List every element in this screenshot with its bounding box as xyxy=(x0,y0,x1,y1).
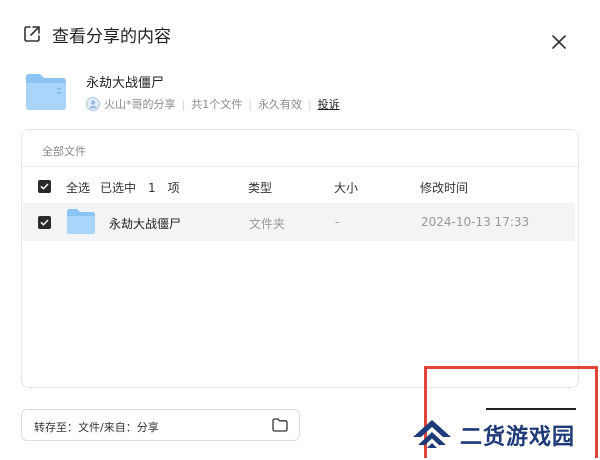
breadcrumb[interactable]: 全部文件 xyxy=(42,143,86,159)
column-type: 类型 xyxy=(248,181,273,195)
file-name: 永劫大战僵尸 xyxy=(109,217,182,231)
dialog-title: 查看分享的内容 xyxy=(52,26,171,47)
file-count: 共1个文件 xyxy=(191,98,243,111)
selected-count: 已选中 1 项 xyxy=(100,181,180,195)
close-icon[interactable] xyxy=(548,31,570,53)
save-to-label: 转存至：文件/来自：分享 xyxy=(34,421,159,434)
watermark-text: 二货游戏园 xyxy=(460,425,576,450)
check-icon xyxy=(40,183,49,190)
folder-outline-icon[interactable] xyxy=(272,418,288,432)
column-size: 大小 xyxy=(334,181,359,195)
share-name: 永劫大战僵尸 xyxy=(86,76,165,91)
validity: 永久有效 xyxy=(257,98,302,111)
save-to-selector[interactable]: 转存至：文件/来自：分享 xyxy=(21,409,300,441)
list-header: 全选 已选中 1 项 类型 大小 修改时间 xyxy=(38,176,574,196)
file-list-panel: 全部文件 全选 已选中 1 项 类型 大小 修改时间 永劫大战僵尸 文件夹 - … xyxy=(21,129,579,388)
share-meta: 火山*哥的分享 | 共1个文件 | 永久有效 | 投诉 xyxy=(86,96,340,112)
file-size: - xyxy=(335,215,340,229)
column-modified-time: 修改时间 xyxy=(420,181,469,195)
divider xyxy=(22,166,578,167)
file-type: 文件夹 xyxy=(249,217,286,231)
report-link[interactable]: 投诉 xyxy=(318,96,340,112)
share-content-dialog: 查看分享的内容 永劫大战僵尸 火山*哥的分享 | 共1个文件 | 永久有效 | … xyxy=(0,0,600,460)
share-external-icon xyxy=(24,26,40,42)
dialog-header: 查看分享的内容 xyxy=(22,22,171,47)
sharer-name: 火山*哥的分享 xyxy=(104,98,176,111)
check-icon xyxy=(40,219,49,226)
folder-icon xyxy=(67,209,95,234)
select-all-checkbox[interactable] xyxy=(38,180,51,193)
watermark-logo-icon xyxy=(413,420,451,448)
meta-separator: | xyxy=(181,97,186,111)
select-all-label[interactable]: 全选 xyxy=(66,179,90,196)
table-row[interactable]: 永劫大战僵尸 文件夹 - 2024-10-13 17:33 xyxy=(23,203,575,241)
meta-separator: | xyxy=(248,97,252,111)
row-checkbox[interactable] xyxy=(38,216,51,229)
meta-separator: | xyxy=(307,97,312,111)
avatar-icon xyxy=(86,97,100,111)
file-modified-time: 2024-10-13 17:33 xyxy=(421,215,530,229)
watermark: 二货游戏园 xyxy=(410,414,575,456)
folder-icon xyxy=(26,74,66,110)
